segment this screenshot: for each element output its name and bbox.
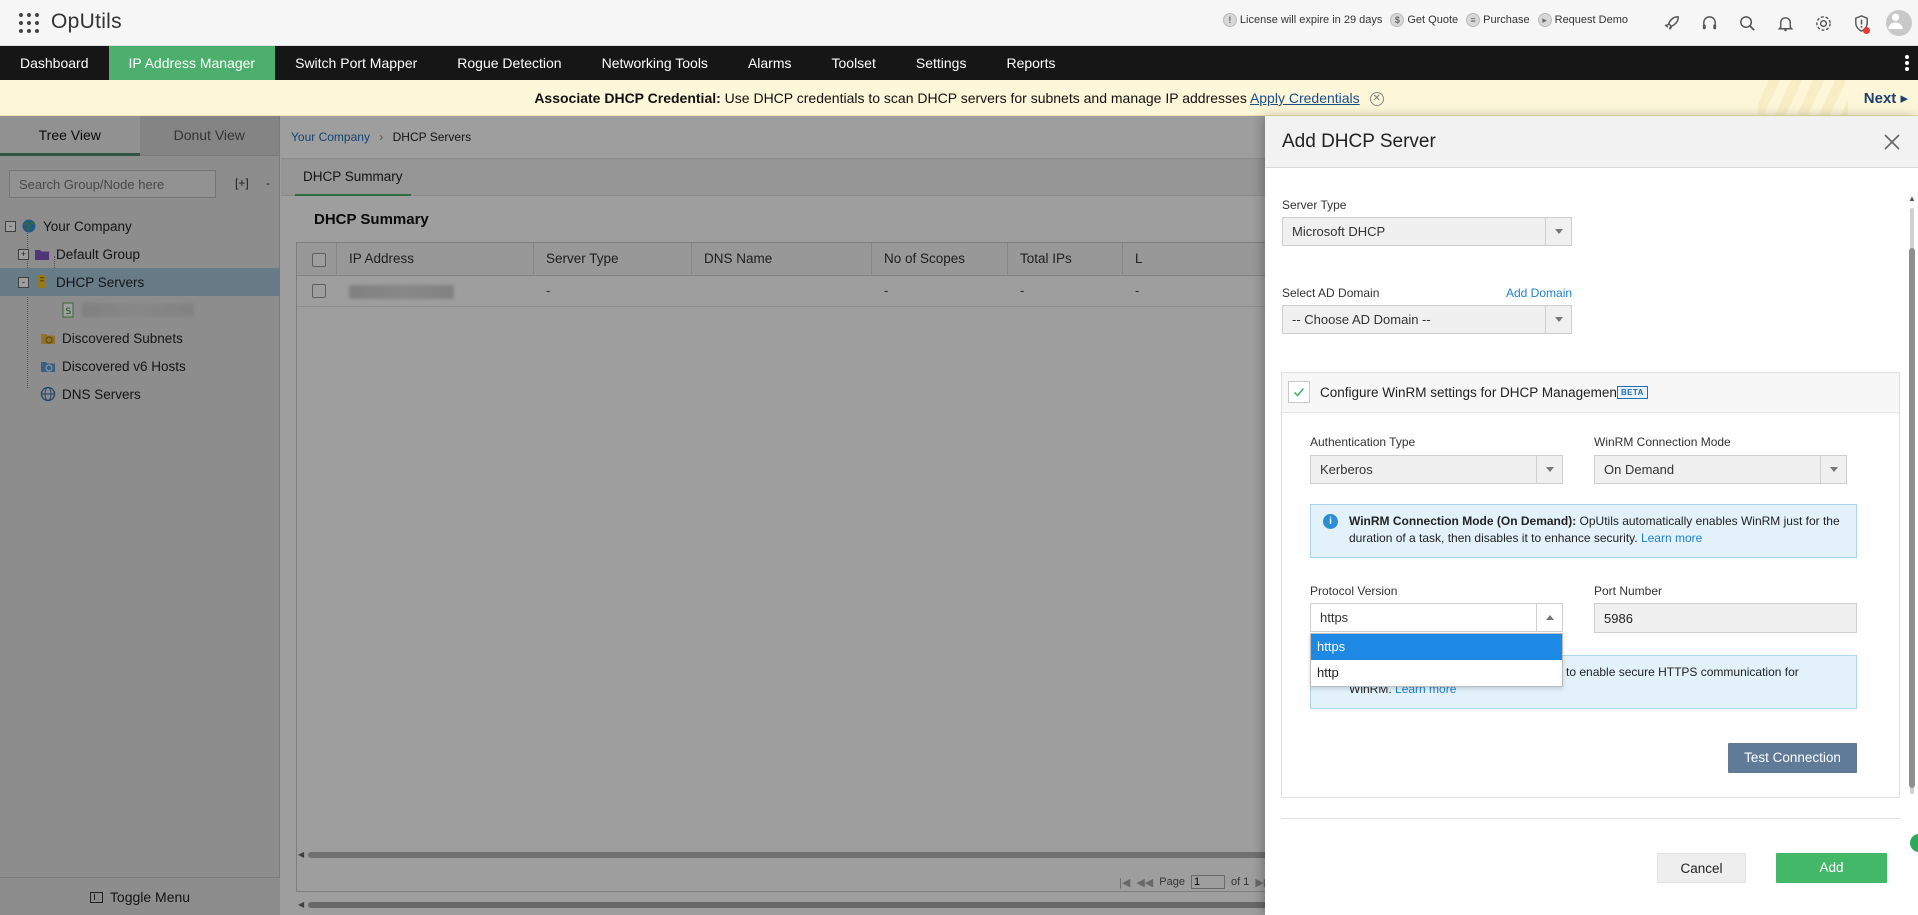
request-demo-link[interactable]: ▸ Request Demo bbox=[1537, 13, 1628, 27]
checkmark-icon bbox=[1293, 387, 1305, 397]
nav-settings[interactable]: Settings bbox=[896, 46, 987, 80]
beta-badge: BETA bbox=[1617, 386, 1648, 399]
chevron-down-icon bbox=[1545, 218, 1571, 245]
next-arrow-icon: ▸ bbox=[1900, 90, 1908, 107]
auth-type-select[interactable]: Kerberos bbox=[1310, 455, 1563, 484]
winrm-title: Configure WinRM settings for DHCP Manage… bbox=[1320, 385, 1621, 400]
close-icon[interactable] bbox=[1882, 132, 1902, 152]
app-grid-icon[interactable] bbox=[18, 12, 40, 34]
scroll-up-icon[interactable]: ▲ bbox=[1908, 194, 1916, 203]
banner-body: Use DHCP credentials to scan DHCP server… bbox=[720, 90, 1250, 106]
auth-type-label: Authentication Type bbox=[1310, 435, 1416, 449]
winrm-checkbox[interactable] bbox=[1288, 381, 1310, 403]
scroll-thumb[interactable] bbox=[1909, 248, 1915, 788]
drawer-scrollbar[interactable]: ▲ bbox=[1907, 194, 1917, 794]
chevron-down-icon bbox=[1545, 306, 1571, 333]
info-title: WinRM Connection Mode (On Demand): bbox=[1349, 514, 1577, 528]
add-button[interactable]: Add bbox=[1776, 853, 1887, 883]
nav-switch-port-mapper[interactable]: Switch Port Mapper bbox=[275, 46, 437, 80]
license-label: License will expire in 29 days bbox=[1239, 14, 1383, 26]
banner-close-icon[interactable]: ✕ bbox=[1369, 92, 1384, 107]
chevron-up-icon bbox=[1536, 604, 1562, 631]
chat-icon[interactable] bbox=[1910, 834, 1918, 852]
avatar-icon bbox=[1886, 10, 1912, 36]
headset-icon[interactable] bbox=[1690, 0, 1728, 46]
top-icons bbox=[1652, 0, 1918, 46]
license-icon: ! bbox=[1222, 13, 1237, 27]
cart-icon: ≡ bbox=[1466, 13, 1481, 27]
drawer-title: Add DHCP Server bbox=[1282, 131, 1436, 152]
demo-icon: ▸ bbox=[1537, 13, 1552, 27]
conn-mode-label: WinRM Connection Mode bbox=[1594, 435, 1731, 449]
protocol-dropdown: https http bbox=[1310, 633, 1563, 687]
winrm-header: Configure WinRM settings for DHCP Manage… bbox=[1282, 373, 1899, 413]
add-domain-link[interactable]: Add Domain bbox=[1506, 286, 1572, 300]
dollar-icon: $ bbox=[1390, 13, 1405, 27]
conn-mode-select[interactable]: On Demand bbox=[1594, 455, 1847, 484]
alert-shield-icon[interactable] bbox=[1842, 0, 1880, 46]
learn-more-link[interactable]: Learn more bbox=[1641, 531, 1702, 545]
banner-next-button[interactable]: Next ▸ bbox=[1864, 89, 1908, 107]
bell-icon[interactable] bbox=[1766, 0, 1804, 46]
nav-rogue-detection[interactable]: Rogue Detection bbox=[437, 46, 581, 80]
chevron-down-icon bbox=[1536, 456, 1562, 483]
server-type-value: Microsoft DHCP bbox=[1292, 224, 1386, 239]
top-bar: OpUtils ! License will expire in 29 days… bbox=[0, 0, 1918, 46]
ad-domain-select[interactable]: -- Choose AD Domain -- bbox=[1282, 305, 1572, 334]
search-icon[interactable] bbox=[1728, 0, 1766, 46]
purchase-link[interactable]: ≡ Purchase bbox=[1466, 13, 1530, 27]
auth-type-value: Kerberos bbox=[1320, 462, 1373, 477]
nav-toolset[interactable]: Toolset bbox=[812, 46, 896, 80]
info-icon: i bbox=[1323, 514, 1338, 529]
protocol-select[interactable]: https bbox=[1310, 603, 1563, 632]
chevron-down-icon bbox=[1820, 456, 1846, 483]
ad-domain-label: Select AD Domain bbox=[1282, 286, 1380, 300]
port-number-input[interactable] bbox=[1594, 603, 1857, 633]
nav-networking-tools[interactable]: Networking Tools bbox=[582, 46, 728, 80]
ad-domain-value: -- Choose AD Domain -- bbox=[1292, 312, 1431, 327]
winrm-settings-panel: Configure WinRM settings for DHCP Manage… bbox=[1281, 372, 1900, 798]
alert-badge bbox=[1863, 27, 1870, 34]
server-type-label: Server Type bbox=[1282, 198, 1347, 212]
more-options-icon[interactable] bbox=[1904, 53, 1910, 73]
rocket-icon[interactable] bbox=[1652, 0, 1690, 46]
license-link[interactable]: ! License will expire in 29 days bbox=[1222, 13, 1383, 27]
protocol-option-http[interactable]: http bbox=[1311, 660, 1562, 686]
apply-credentials-link[interactable]: Apply Credentials bbox=[1250, 90, 1360, 106]
app-title: OpUtils bbox=[51, 10, 122, 33]
nav-dashboard[interactable]: Dashboard bbox=[0, 46, 109, 80]
main-nav: Dashboard IP Address Manager Switch Port… bbox=[0, 46, 1918, 80]
nav-alarms[interactable]: Alarms bbox=[728, 46, 812, 80]
protocol-value: https bbox=[1320, 610, 1349, 625]
banner-bold: Associate DHCP Credential: bbox=[534, 90, 721, 106]
user-avatar[interactable] bbox=[1880, 0, 1918, 46]
nav-reports[interactable]: Reports bbox=[986, 46, 1075, 80]
protocol-option-https[interactable]: https bbox=[1311, 634, 1562, 660]
footer-divider bbox=[1281, 818, 1900, 819]
on-demand-info: i WinRM Connection Mode (On Demand): OpU… bbox=[1310, 504, 1857, 558]
request-demo-label: Request Demo bbox=[1554, 14, 1628, 26]
conn-mode-value: On Demand bbox=[1604, 462, 1675, 477]
get-quote-link[interactable]: $ Get Quote bbox=[1390, 13, 1458, 27]
port-label: Port Number bbox=[1594, 584, 1663, 598]
gear-icon[interactable] bbox=[1804, 0, 1842, 46]
protocol-label: Protocol Version bbox=[1310, 584, 1398, 598]
purchase-label: Purchase bbox=[1483, 14, 1530, 26]
get-quote-label: Get Quote bbox=[1407, 14, 1459, 26]
nav-ip-address-manager[interactable]: IP Address Manager bbox=[108, 46, 276, 80]
banner-decoration bbox=[1758, 80, 1848, 116]
top-links: ! License will expire in 29 days $ Get Q… bbox=[1222, 13, 1628, 27]
banner-next-label: Next bbox=[1863, 90, 1897, 107]
banner-message: Associate DHCP Credential: Use DHCP cred… bbox=[0, 90, 1918, 107]
drawer-header: Add DHCP Server bbox=[1265, 116, 1918, 168]
test-connection-button[interactable]: Test Connection bbox=[1728, 743, 1857, 773]
cancel-button[interactable]: Cancel bbox=[1657, 853, 1746, 883]
add-dhcp-server-drawer: Add DHCP Server ▲ Server Type Microsoft … bbox=[1265, 116, 1918, 915]
server-type-select[interactable]: Microsoft DHCP bbox=[1282, 217, 1572, 246]
dhcp-credential-banner: Associate DHCP Credential: Use DHCP cred… bbox=[0, 80, 1918, 116]
